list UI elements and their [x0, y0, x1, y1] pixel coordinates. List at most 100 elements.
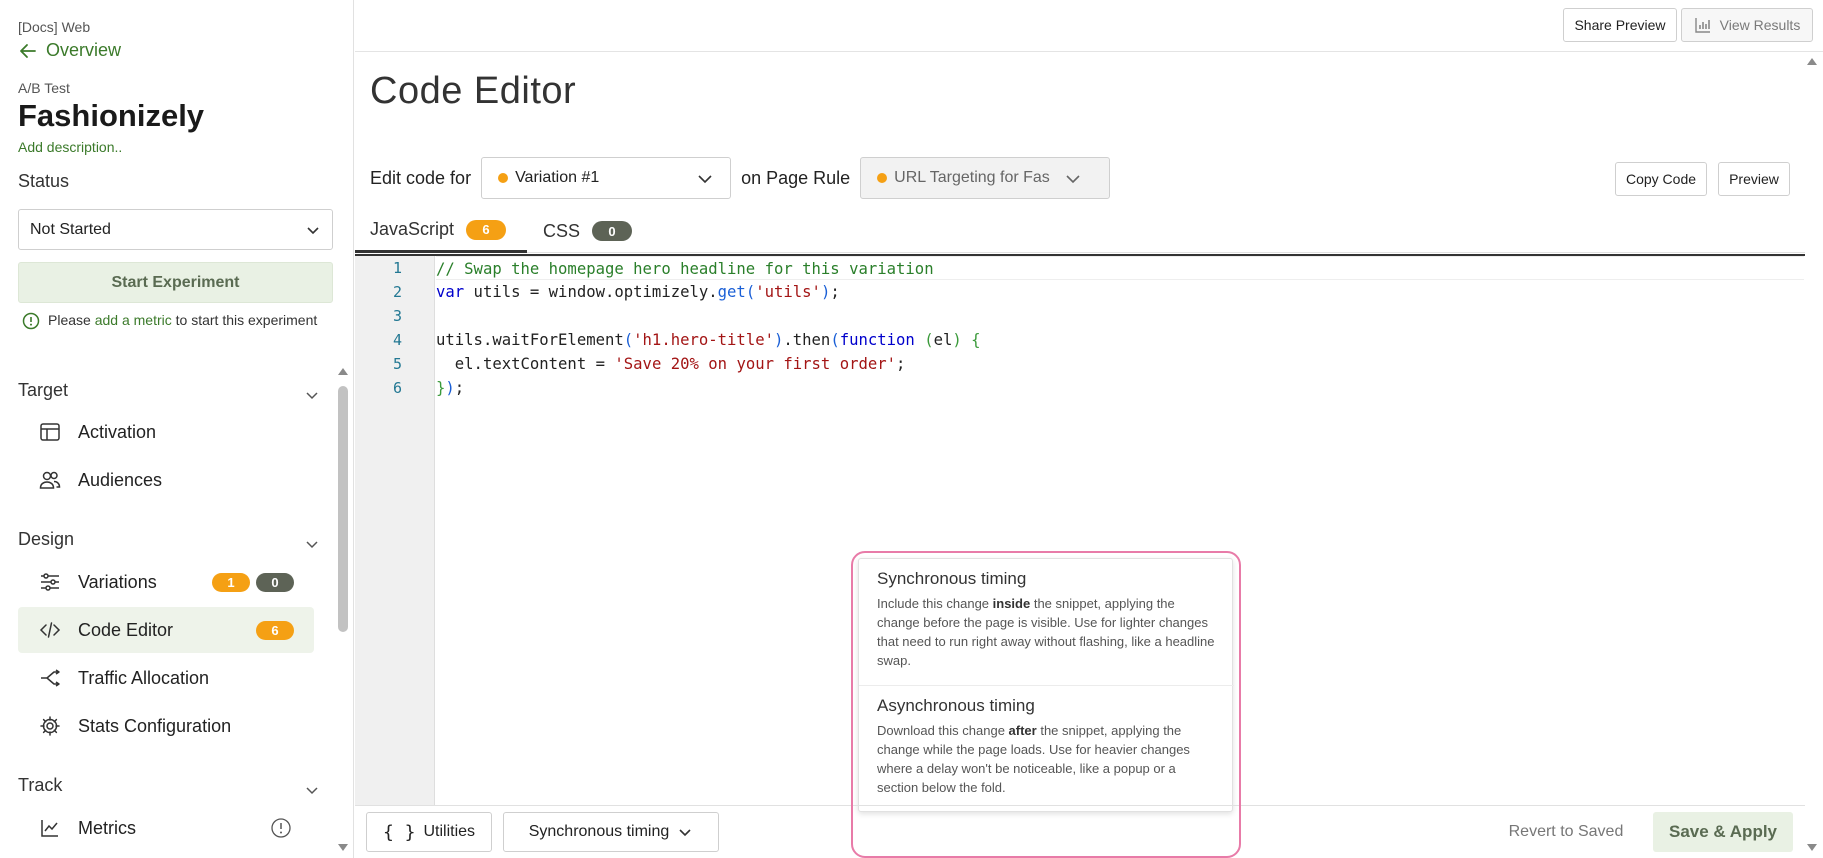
split-icon — [38, 666, 62, 690]
sidebar-item-activation[interactable]: Activation — [18, 409, 314, 455]
save-and-apply-button[interactable]: Save & Apply — [1653, 812, 1793, 852]
editor-bottom-bar: { } Utilities Synchronous timing Revert … — [355, 805, 1805, 858]
section-target-label: Target — [18, 379, 69, 400]
line-number: 3 — [392, 307, 402, 325]
sidebar-item-variations[interactable]: Variations 1 0 — [18, 559, 314, 605]
code-token: ; — [830, 283, 840, 301]
timing-menu: Synchronous timing Include this change i… — [858, 558, 1234, 813]
sidebar-item-metrics[interactable]: Metrics — [18, 805, 314, 851]
sidebar-item-audiences[interactable]: Audiences — [18, 457, 314, 503]
breadcrumb[interactable]: [Docs] Web — [18, 19, 90, 35]
count-badge: 6 — [256, 620, 294, 640]
code-token: el.textContent = — [436, 355, 615, 373]
code-token: ) — [952, 331, 962, 349]
start-experiment-button[interactable]: Start Experiment — [18, 262, 333, 303]
chevron-down-icon — [306, 392, 318, 400]
page-rule-dropdown[interactable]: URL Targeting for Fas — [860, 157, 1111, 199]
sidebar-scrollbar-thumb[interactable] — [338, 386, 348, 632]
chevron-down-icon — [698, 175, 712, 184]
code-token: // Swap the homepage hero headline for t… — [436, 260, 934, 278]
status-dot — [877, 173, 888, 183]
code-token: 'Save 20% on your first order' — [614, 355, 897, 373]
top-bar: Share Preview View Results — [355, 0, 1823, 52]
view-results-button[interactable]: View Results — [1681, 8, 1813, 42]
code-token: ) — [773, 331, 784, 349]
scroll-up-arrow-icon[interactable] — [337, 366, 349, 376]
section-track-label: Track — [18, 774, 63, 795]
arrow-left-icon — [20, 43, 36, 58]
sidebar-item-label: Audiences — [78, 469, 163, 490]
desc-before: Include this change — [877, 596, 993, 611]
preview-button[interactable]: Preview — [1718, 162, 1790, 196]
code-token: 'h1.hero-title' — [633, 331, 774, 349]
code-line: }); — [436, 376, 464, 400]
desc-before: Download this change — [877, 723, 1009, 738]
variation-counts: 1 0 — [212, 572, 294, 592]
status-dropdown[interactable]: Not Started — [18, 209, 333, 250]
back-to-overview-link[interactable]: Overview — [18, 40, 121, 61]
option-description: Include this change inside the snippet, … — [877, 594, 1216, 670]
tab-label: JavaScript — [370, 219, 455, 239]
code-token: function — [839, 331, 915, 349]
sidebar-item-label: Activation — [78, 421, 157, 442]
code-icon — [38, 618, 62, 642]
share-preview-button[interactable]: Share Preview — [1563, 8, 1677, 42]
section-design-label: Design — [18, 528, 75, 549]
layout-icon — [38, 420, 62, 444]
sidebar-item-traffic-allocation[interactable]: Traffic Allocation — [18, 655, 314, 701]
view-results-label: View Results — [1719, 17, 1801, 33]
timing-dropdown-button[interactable]: Synchronous timing — [503, 812, 719, 852]
section-track[interactable]: Track — [18, 772, 318, 798]
option-title: Synchronous timing — [877, 569, 1027, 588]
count-badge: 0 — [592, 221, 633, 241]
metrics-alert — [270, 817, 292, 839]
tab-css[interactable]: CSS 0 — [543, 209, 633, 253]
count-badge: 1 — [212, 572, 250, 592]
copy-code-button[interactable]: Copy Code — [1615, 162, 1707, 196]
chevron-down-icon — [679, 829, 691, 837]
sidebar-item-label: Stats Configuration — [78, 715, 232, 736]
add-metric-link[interactable]: add a metric — [95, 312, 172, 328]
alert-circle-icon — [271, 818, 291, 838]
experiment-type: A/B Test — [18, 80, 70, 96]
code-token: ( — [924, 331, 934, 349]
section-design[interactable]: Design — [18, 526, 318, 552]
utilities-button[interactable]: { } Utilities — [366, 812, 492, 852]
tab-label: CSS — [543, 220, 581, 241]
scroll-down-arrow-icon[interactable] — [337, 843, 349, 853]
desc-bold: inside — [992, 596, 1031, 611]
scroll-down-arrow-icon[interactable] — [1806, 843, 1818, 853]
variation-dropdown[interactable]: Variation #1 — [481, 157, 732, 199]
revert-to-saved-button[interactable]: Revert to Saved — [1495, 812, 1637, 852]
tab-javascript[interactable]: JavaScript 6 — [355, 209, 527, 253]
utilities-label: Utilities — [423, 823, 476, 840]
add-description-link[interactable]: Add description.. — [18, 139, 122, 155]
metric-note-before: Please — [48, 312, 95, 328]
variation-value: Variation #1 — [515, 169, 600, 186]
users-icon — [38, 468, 62, 492]
scroll-up-arrow-icon[interactable] — [1806, 56, 1818, 66]
sidebar: [Docs] Web Overview A/B Test Fashionizel… — [0, 0, 354, 858]
on-page-rule-label: on Page Rule — [741, 167, 851, 188]
main-content: Share Preview View Results Code Editor E… — [355, 0, 1823, 858]
sidebar-item-code-editor[interactable]: Code Editor 6 — [18, 607, 314, 653]
status-value: Not Started — [30, 220, 111, 238]
code-line: var utils = window.optimizely.get('utils… — [436, 280, 840, 304]
option-synchronous-timing[interactable]: Synchronous timing Include this change i… — [859, 559, 1234, 686]
desc-bold: after — [1008, 723, 1037, 738]
sidebar-item-label: Traffic Allocation — [78, 667, 210, 688]
gear-icon — [38, 714, 62, 738]
code-tabs: JavaScript 6 CSS 0 — [355, 209, 1805, 253]
metric-warning: Please add a metric to start this experi… — [18, 309, 338, 331]
code-line: // Swap the homepage hero headline for t… — [436, 256, 1804, 280]
option-asynchronous-timing[interactable]: Asynchronous timing Download this change… — [859, 686, 1234, 813]
code-token: el — [933, 331, 953, 349]
code-token: ) — [820, 283, 831, 301]
code-token: var — [436, 283, 465, 301]
section-target[interactable]: Target — [18, 377, 318, 403]
sidebar-item-stats-configuration[interactable]: Stats Configuration — [18, 703, 314, 749]
count-badge: 0 — [256, 572, 294, 592]
sidebar-item-label: Code Editor — [78, 619, 174, 640]
code-token: ; — [454, 379, 465, 397]
